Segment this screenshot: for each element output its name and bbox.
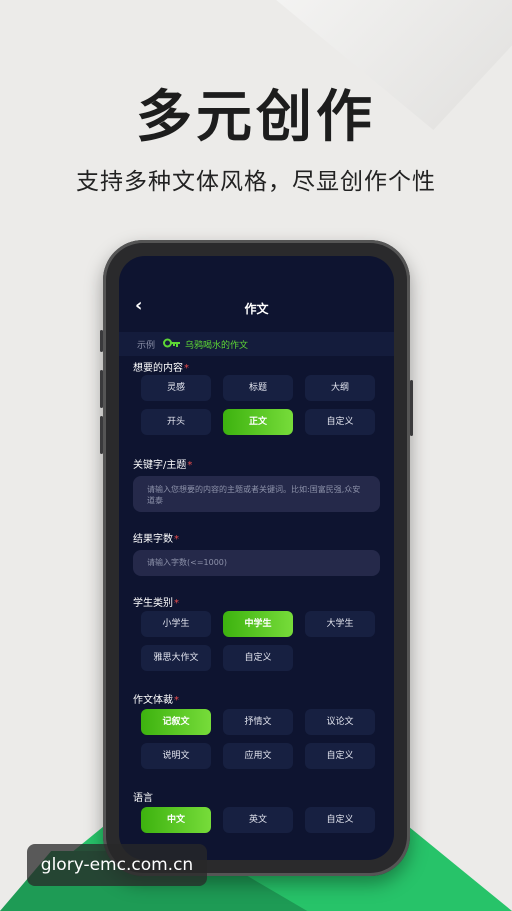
word-count-input[interactable]: 请输入字数(<=1000) [133, 550, 380, 576]
example-label: 示例 [137, 341, 156, 351]
language-option-english[interactable]: 英文 [223, 807, 293, 833]
word-count-label: 结果字数* [133, 534, 179, 545]
content-option-body[interactable]: 正文 [223, 409, 293, 435]
example-link[interactable]: 乌鸦喝水的作文 [185, 338, 248, 351]
example-row: 示例 乌鸦喝水的作文 [119, 332, 394, 356]
phone-power-button [410, 380, 413, 436]
content-label: 想要的内容* [133, 363, 189, 374]
watermark: glory-emc.com.cn [27, 844, 207, 886]
key-icon [163, 338, 180, 348]
genre-option-practical[interactable]: 应用文 [223, 743, 293, 769]
student-label: 学生类别* [133, 598, 179, 609]
genre-label: 作文体裁* [133, 695, 179, 706]
promo-subline: 支持多种文体风格，尽显创作个性 [76, 169, 436, 195]
content-option-custom[interactable]: 自定义 [305, 409, 375, 435]
content-option-title[interactable]: 标题 [223, 375, 293, 401]
genre-option-custom[interactable]: 自定义 [305, 743, 375, 769]
language-option-custom[interactable]: 自定义 [305, 807, 375, 833]
keywords-input[interactable]: 请输入您想要的内容的主题或者关键词。比如:国富民强,众安道泰 [133, 476, 380, 512]
student-option-ielts[interactable]: 雅思大作文 [141, 645, 211, 671]
nav-bar: ‹ 作文 [119, 292, 394, 320]
content-option-opening[interactable]: 开头 [141, 409, 211, 435]
language-label: 语言 [133, 793, 153, 804]
keywords-label: 关键字/主题* [133, 460, 193, 471]
phone-side-button [100, 416, 103, 454]
student-option-college[interactable]: 大学生 [305, 611, 375, 637]
promo-headline: 多元创作 [136, 85, 376, 150]
phone-side-button [100, 330, 103, 352]
content-option-inspiration[interactable]: 灵感 [141, 375, 211, 401]
language-option-chinese[interactable]: 中文 [141, 807, 211, 833]
phone-side-button [100, 370, 103, 408]
genre-option-expository[interactable]: 说明文 [141, 743, 211, 769]
student-option-custom[interactable]: 自定义 [223, 645, 293, 671]
content-option-outline[interactable]: 大纲 [305, 375, 375, 401]
status-bar [119, 256, 394, 282]
student-option-primary[interactable]: 小学生 [141, 611, 211, 637]
genre-option-narrative[interactable]: 记叙文 [141, 709, 211, 735]
phone-screen: ‹ 作文 示例 乌鸦喝水的作文 想要的内容* 灵感 标题 大纲 开头 正文 自定… [119, 256, 394, 860]
phone-frame: ‹ 作文 示例 乌鸦喝水的作文 想要的内容* 灵感 标题 大纲 开头 正文 自定… [100, 240, 413, 876]
page-title: 作文 [244, 302, 269, 316]
genre-option-lyric[interactable]: 抒情文 [223, 709, 293, 735]
genre-option-argumentative[interactable]: 议论文 [305, 709, 375, 735]
student-option-middle[interactable]: 中学生 [223, 611, 293, 637]
